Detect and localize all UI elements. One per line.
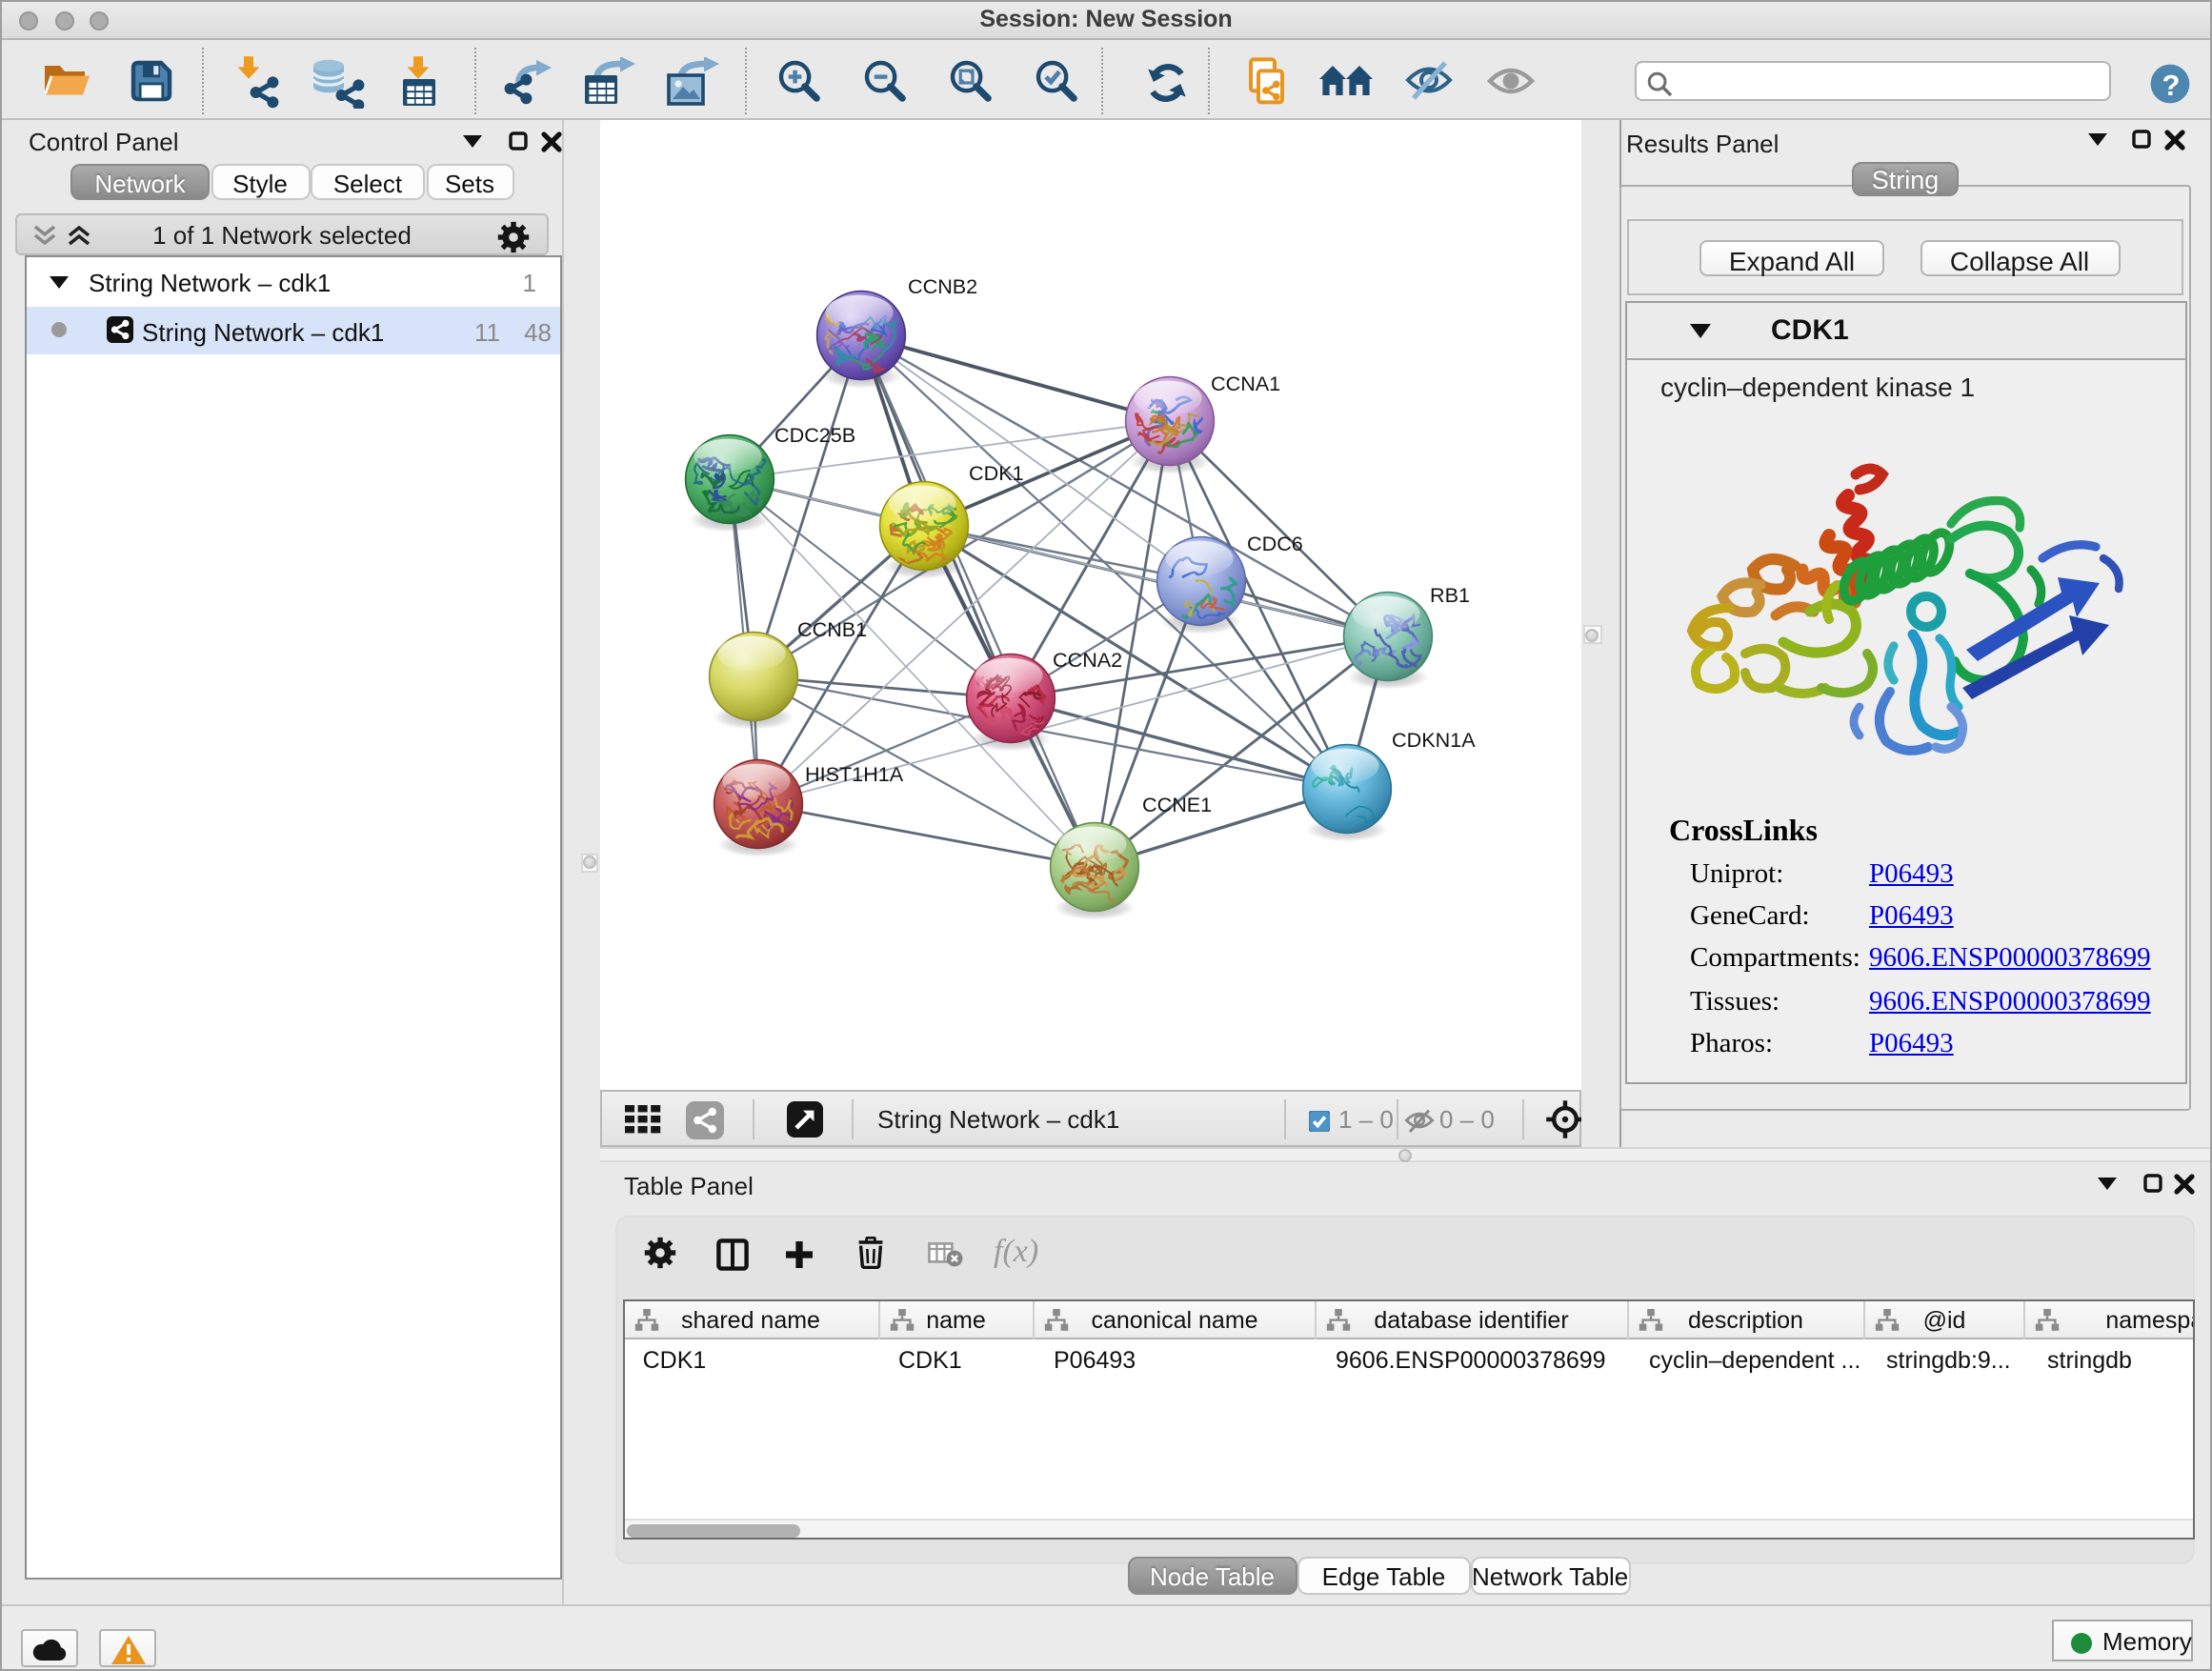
svg-text:CCNB2: CCNB2 [907, 274, 976, 298]
svg-text:CDKN1A: CDKN1A [1391, 728, 1475, 752]
svg-text:CDC6: CDC6 [1246, 532, 1302, 555]
svg-text:CCNA2: CCNA2 [1052, 648, 1121, 672]
svg-text:HIST1H1A: HIST1H1A [804, 762, 903, 786]
svg-text:CCNE1: CCNE1 [1141, 793, 1211, 816]
svg-text:RB1: RB1 [1429, 583, 1469, 607]
svg-text:?: ? [2162, 68, 2180, 101]
svg-text:CCNB1: CCNB1 [796, 617, 866, 641]
svg-text:CDC25B: CDC25B [774, 423, 855, 447]
svg-text:CCNA1: CCNA1 [1210, 372, 1279, 395]
svg-text:CDK1: CDK1 [968, 461, 1023, 485]
